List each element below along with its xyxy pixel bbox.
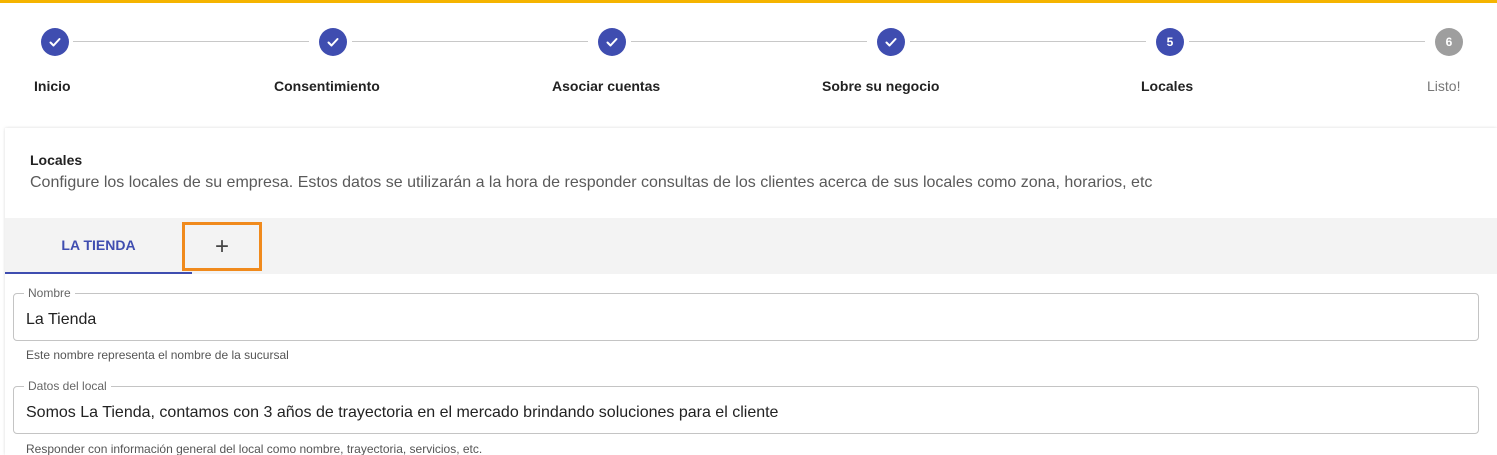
- step-5-number[interactable]: 5: [1156, 28, 1184, 56]
- step-connector: [910, 41, 1146, 42]
- step-6-number[interactable]: 6: [1435, 28, 1463, 56]
- step-3-check-icon[interactable]: [598, 28, 626, 56]
- step-label-inicio: Inicio: [34, 78, 71, 94]
- step-connector: [1189, 41, 1425, 42]
- datos-local-helper-text: Responder con información general del lo…: [26, 442, 483, 455]
- nombre-field-label: Nombre: [24, 286, 75, 300]
- step-connector: [73, 41, 309, 42]
- step-connector: [352, 41, 588, 42]
- stepper: 5 6 Inicio Consentimiento Asociar cuenta…: [0, 0, 1497, 120]
- tab-la-tienda[interactable]: LA TIENDA: [5, 218, 192, 274]
- plus-icon: +: [214, 232, 229, 260]
- step-2-check-icon[interactable]: [319, 28, 347, 56]
- step-label-asociar-cuentas: Asociar cuentas: [552, 78, 661, 94]
- step-label-locales: Locales: [1141, 78, 1194, 94]
- step-label-consentimiento: Consentimiento: [274, 78, 380, 94]
- section-description: Configure los locales de su empresa. Est…: [30, 174, 1153, 191]
- nombre-input[interactable]: La Tienda: [26, 311, 1466, 329]
- add-local-button[interactable]: +: [182, 222, 262, 271]
- datos-local-field-label: Datos del local: [24, 379, 111, 393]
- step-label-listo: Listo!: [1427, 78, 1461, 94]
- step-1-check-icon[interactable]: [41, 28, 69, 56]
- tabs-bar: LA TIENDA +: [5, 218, 1497, 274]
- section-title: Locales: [30, 152, 83, 168]
- step-label-sobre-su-negocio: Sobre su negocio: [822, 78, 940, 94]
- datos-local-input[interactable]: Somos La Tienda, contamos con 3 años de …: [26, 404, 1466, 422]
- step-4-check-icon[interactable]: [877, 28, 905, 56]
- nombre-helper-text: Este nombre representa el nombre de la s…: [26, 348, 289, 362]
- step-connector: [631, 41, 867, 42]
- datos-local-field[interactable]: Datos del local Somos La Tienda, contamo…: [13, 379, 1479, 434]
- nombre-field[interactable]: Nombre La Tienda: [13, 286, 1479, 341]
